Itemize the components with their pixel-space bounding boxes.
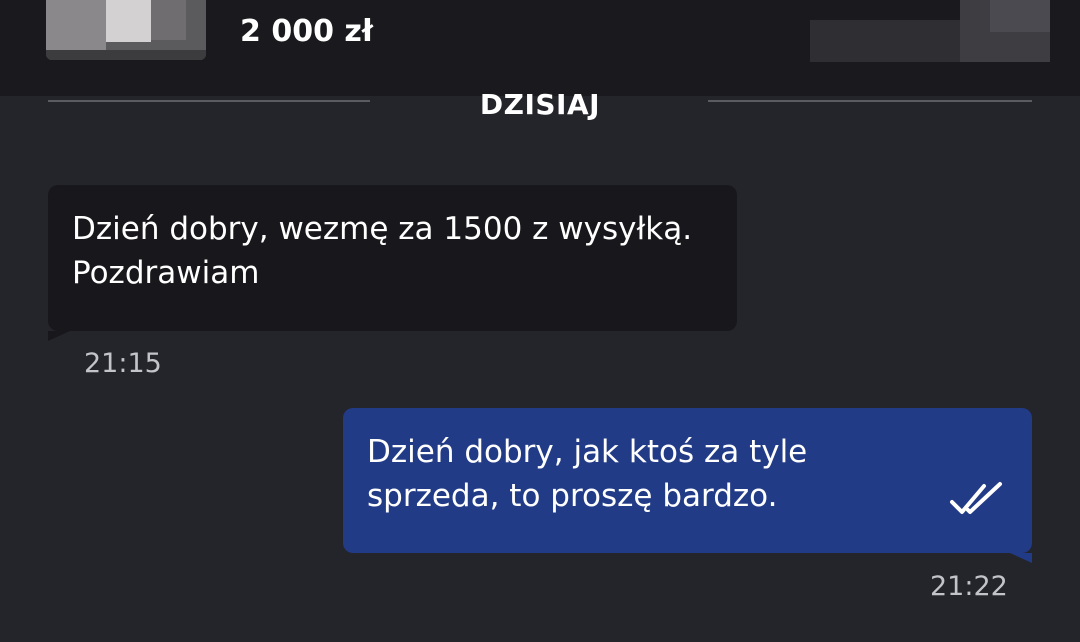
- chat-screen: 2 000 zł DZISIAJ Dzień dobry, wezmę za 1…: [0, 0, 1080, 642]
- date-divider: DZISIAJ: [0, 88, 1080, 128]
- listing-thumbnail[interactable]: [46, 0, 206, 60]
- message-timestamp: 21:22: [930, 571, 1008, 602]
- message-text-line: Dzień dobry, jak ktoś za tyle: [367, 434, 808, 470]
- divider-line: [708, 100, 1032, 102]
- message-text-line: sprzeda, to proszę bardzo.: [367, 478, 778, 514]
- listing-header[interactable]: 2 000 zł: [0, 0, 1080, 96]
- message-timestamp: 21:15: [84, 348, 162, 379]
- message-text-line: Dzień dobry, wezmę za 1500 z wysyłką.: [72, 211, 693, 247]
- bubble-tail: [1010, 553, 1032, 563]
- divider-line: [48, 100, 370, 102]
- contact-avatar[interactable]: [810, 0, 1050, 62]
- double-check-icon: [950, 482, 1002, 514]
- outgoing-message-bubble[interactable]: Dzień dobry, jak ktoś za tyle sprzeda, t…: [343, 408, 1032, 563]
- listing-price: 2 000 zł: [240, 14, 373, 49]
- incoming-message-bubble[interactable]: Dzień dobry, wezmę za 1500 z wysyłką. Po…: [48, 185, 737, 341]
- bubble-tail: [48, 331, 70, 341]
- message-text-line: Pozdrawiam: [72, 255, 260, 291]
- date-label: DZISIAJ: [479, 88, 601, 121]
